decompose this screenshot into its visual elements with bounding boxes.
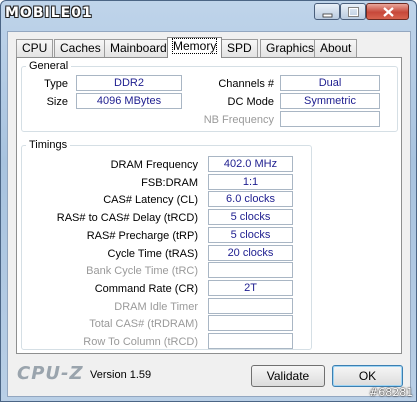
tab-memory[interactable]: Memory bbox=[167, 37, 223, 58]
close-icon bbox=[383, 7, 394, 17]
footer: CPU-Z Version 1.59 Validate OK bbox=[8, 358, 410, 396]
tab-graphics[interactable]: Graphics bbox=[260, 39, 321, 57]
timings-group: Timings DRAM Frequency 402.0 MHz FSB:DRAM 1… bbox=[21, 138, 312, 350]
timing-value: 20 clocks bbox=[208, 244, 293, 261]
timing-label: DRAM Frequency bbox=[110, 159, 198, 171]
type-value: DDR2 bbox=[76, 75, 182, 91]
timing-value: 1:1 bbox=[208, 173, 293, 190]
client-area: CPU Caches Mainboard Memory SPD Graphics… bbox=[7, 31, 411, 397]
timing-value bbox=[208, 315, 293, 332]
size-label: Size bbox=[46, 96, 68, 108]
ok-button[interactable]: OK bbox=[332, 365, 403, 387]
mobile01-logo: MOBILE01 bbox=[5, 5, 93, 21]
minimize-button[interactable] bbox=[314, 3, 340, 20]
timing-label: RAS# Precharge (tRP) bbox=[86, 229, 198, 242]
timing-label: CAS# Latency (CL) bbox=[103, 194, 198, 207]
timing-value: 402.0 MHz bbox=[208, 156, 293, 172]
maximize-button[interactable] bbox=[340, 3, 366, 20]
timing-label: Cycle Time (tRAS) bbox=[107, 247, 198, 260]
size-value: 4096 MBytes bbox=[76, 93, 182, 109]
nb-frequency-value bbox=[280, 111, 380, 127]
channels-label: Channels # bbox=[218, 78, 274, 90]
tab-spd[interactable]: SPD bbox=[221, 39, 258, 57]
timing-label: RAS# to CAS# Delay (tRCD) bbox=[56, 212, 198, 225]
cpuz-brand-logo: CPU-Z bbox=[17, 363, 84, 384]
timing-value bbox=[208, 333, 293, 349]
general-group: General Type DDR2 Size 4096 MBytes Chann… bbox=[21, 59, 398, 132]
tab-caches[interactable]: Caches bbox=[54, 39, 107, 57]
dc-mode-value: Symmetric bbox=[280, 93, 380, 109]
close-button[interactable] bbox=[366, 3, 409, 20]
title-bar[interactable]: MOBILE01 bbox=[1, 1, 416, 25]
version-label: Version 1.59 bbox=[90, 369, 152, 381]
timing-value bbox=[208, 297, 293, 314]
timing-value bbox=[208, 262, 293, 279]
timing-value: 5 clocks bbox=[208, 226, 293, 243]
tab-mainboard[interactable]: Mainboard bbox=[104, 39, 173, 57]
general-title: General bbox=[26, 59, 72, 73]
minimize-icon bbox=[322, 13, 333, 18]
memory-panel: General Type DDR2 Size 4096 MBytes Chann… bbox=[16, 57, 402, 354]
timing-label: Command Rate (CR) bbox=[94, 282, 198, 295]
timing-label: Bank Cycle Time (tRC) bbox=[86, 265, 198, 278]
channels-value: Dual bbox=[280, 75, 380, 91]
timing-label: Row To Column (tRCD) bbox=[83, 336, 198, 348]
timings-title: Timings bbox=[26, 138, 71, 152]
tab-about[interactable]: About bbox=[314, 39, 358, 57]
timing-label: Total CAS# (tRDRAM) bbox=[89, 318, 198, 331]
timing-label: FSB:DRAM bbox=[141, 176, 198, 189]
timing-value: 6.0 clocks bbox=[208, 191, 293, 208]
dc-mode-label: DC Mode bbox=[227, 96, 274, 108]
timing-value: 5 clocks bbox=[208, 209, 293, 226]
tab-cpu[interactable]: CPU bbox=[16, 39, 54, 57]
cpuz-window: MOBILE01 CPU Caches Mainboard Memory SPD… bbox=[0, 0, 417, 402]
nb-frequency-label: NB Frequency bbox=[203, 114, 274, 126]
timing-label: DRAM Idle Timer bbox=[114, 300, 198, 313]
maximize-icon bbox=[348, 7, 359, 17]
type-label: Type bbox=[44, 78, 68, 90]
validate-button[interactable]: Validate bbox=[251, 365, 325, 387]
timing-value: 2T bbox=[208, 279, 293, 296]
watermark: #68281 bbox=[369, 386, 414, 399]
